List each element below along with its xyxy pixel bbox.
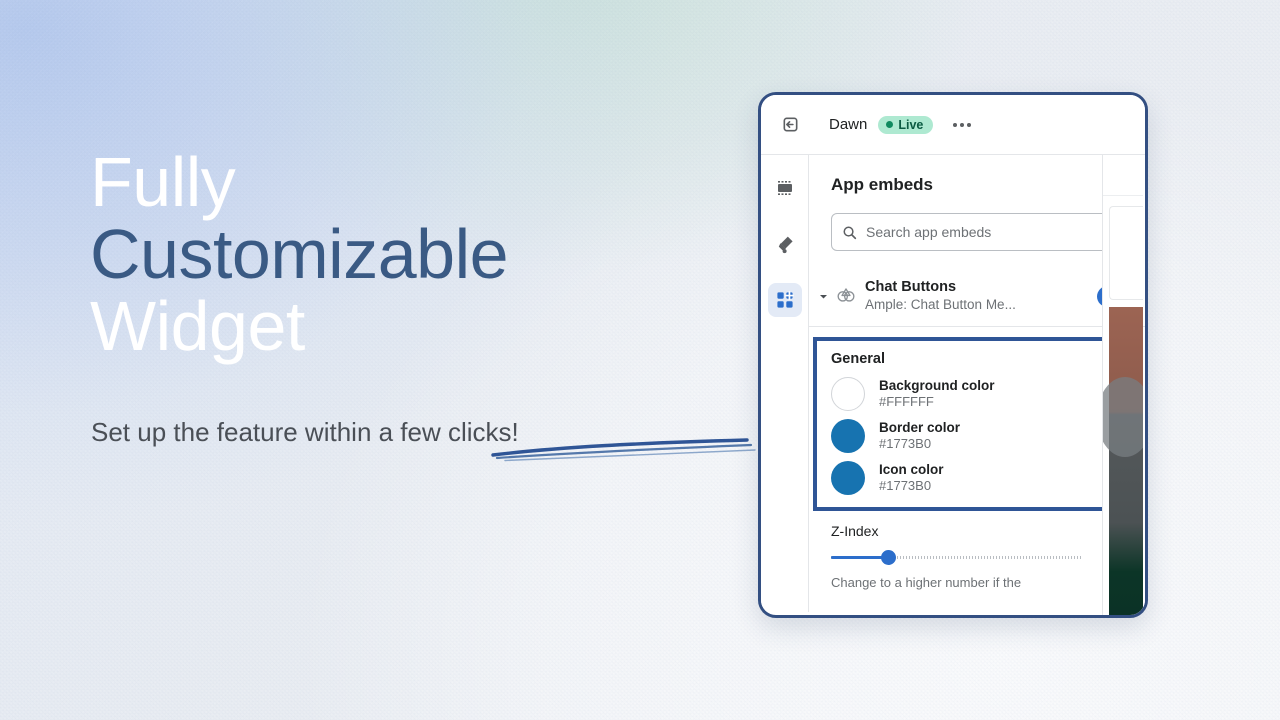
hero-line-3: Widget bbox=[90, 287, 305, 365]
app-embed-row[interactable]: Chat Buttons Ample: Chat Button Me... bbox=[809, 267, 1145, 327]
paint-roller-icon bbox=[778, 236, 793, 253]
sections-icon bbox=[777, 181, 792, 195]
caret-down-icon[interactable] bbox=[815, 288, 831, 304]
app-embeds-pane: App embeds Search app embeds Chat Button… bbox=[809, 155, 1145, 612]
search-input-placeholder: Search app embeds bbox=[866, 224, 992, 240]
status-badge-label: Live bbox=[898, 117, 924, 132]
color-setting-text: Border color #1773B0 bbox=[879, 420, 960, 452]
hero-line-1: Fully bbox=[90, 143, 236, 221]
hero-subtitle: Set up the feature within a few clicks! bbox=[91, 417, 519, 447]
store-name: Dawn bbox=[829, 116, 868, 133]
background-color-swatch[interactable] bbox=[831, 377, 865, 411]
app-embed-text: Chat Buttons Ample: Chat Button Me... bbox=[865, 279, 1089, 313]
sidebar-item-theme-settings[interactable] bbox=[768, 227, 802, 261]
theme-editor-panel: Dawn Live App embeds Search app embeds C… bbox=[758, 92, 1148, 618]
search-icon bbox=[843, 226, 857, 239]
hero-subtitle-block: Set up the feature within a few clicks! bbox=[91, 415, 791, 471]
status-badge: Live bbox=[878, 115, 934, 134]
slider-thumb[interactable] bbox=[881, 549, 896, 565]
editor-sidebar-rail bbox=[761, 155, 809, 612]
icon-color-label: Icon color bbox=[879, 462, 944, 477]
hero-line-2: Customizable bbox=[90, 215, 509, 293]
editor-topbar: Dawn Live bbox=[761, 95, 1145, 155]
preview-image bbox=[1109, 307, 1143, 615]
zindex-setting: Z-Index 20 Change to a higher number if … bbox=[831, 511, 1127, 590]
search-input[interactable]: Search app embeds bbox=[831, 213, 1127, 251]
exit-icon[interactable] bbox=[775, 110, 805, 140]
border-color-swatch[interactable] bbox=[831, 419, 865, 453]
zindex-label: Z-Index bbox=[831, 523, 879, 539]
app-embed-subtitle: Ample: Chat Button Me... bbox=[865, 297, 1016, 312]
sidebar-item-sections[interactable] bbox=[768, 171, 802, 205]
general-section-title: General bbox=[831, 351, 885, 367]
color-setting-row[interactable]: Background color #FFFFFF bbox=[831, 377, 1123, 411]
border-color-label: Border color bbox=[879, 420, 961, 435]
screenshot-stage: Fully Customizable Widget Set up the fea… bbox=[0, 0, 1280, 720]
preview-card bbox=[1109, 206, 1143, 300]
border-color-value: #1773B0 bbox=[879, 436, 932, 451]
icon-color-value: #1773B0 bbox=[879, 478, 932, 493]
icon-color-swatch[interactable] bbox=[831, 461, 865, 495]
app-embed-title: Chat Buttons bbox=[865, 279, 957, 295]
background-color-label: Background color bbox=[879, 378, 995, 393]
hero-heading: Fully Customizable Widget bbox=[90, 146, 730, 362]
color-setting-row[interactable]: Icon color #1773B0 bbox=[831, 461, 1123, 495]
editor-body: App embeds Search app embeds Chat Button… bbox=[761, 155, 1145, 615]
preview-header bbox=[1103, 155, 1143, 196]
status-dot-icon bbox=[886, 121, 894, 128]
zindex-slider-row: 20 bbox=[831, 549, 1127, 565]
zindex-hint: Change to a higher number if the bbox=[831, 575, 1022, 590]
sidebar-item-app-embeds[interactable] bbox=[767, 283, 802, 317]
general-settings-card: General Background color #FFFFFF Border … bbox=[813, 337, 1141, 511]
color-setting-text: Icon color #1773B0 bbox=[879, 462, 944, 494]
page-title: App embeds bbox=[831, 175, 934, 194]
color-setting-row[interactable]: Border color #1773B0 bbox=[831, 419, 1123, 453]
ample-app-icon bbox=[836, 287, 856, 305]
zindex-slider[interactable] bbox=[831, 549, 1081, 565]
storefront-preview bbox=[1102, 155, 1143, 615]
app-blocks-icon bbox=[776, 291, 794, 308]
background-color-value: #FFFFFF bbox=[879, 394, 934, 409]
slider-fill bbox=[831, 555, 884, 559]
more-horizontal-icon[interactable] bbox=[949, 117, 975, 133]
preview-image-shape bbox=[1103, 377, 1143, 457]
color-setting-text: Background color #FFFFFF bbox=[879, 378, 995, 410]
